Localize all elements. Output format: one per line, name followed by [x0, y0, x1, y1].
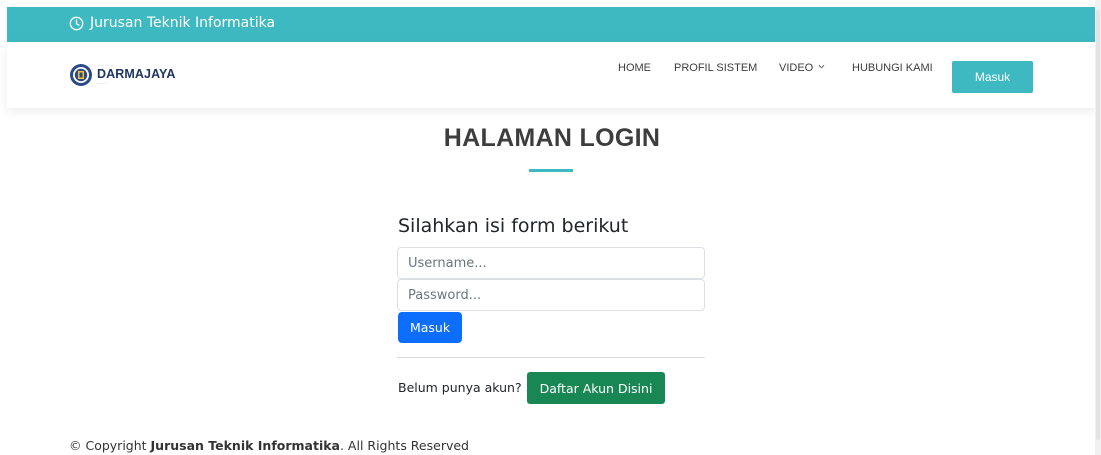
form-heading: Silahkan isi form berikut [398, 215, 629, 237]
nav-hubungi-kami[interactable]: HUBUNGI KAMI [852, 62, 933, 74]
page-title: HALAMAN LOGIN [443, 124, 661, 152]
top-info-bar: Jurusan Teknik Informatika [7, 7, 1097, 42]
password-placeholder: Password... [408, 287, 482, 303]
main-navbar: — — — — DARMAJAYA — — — HOME PROFIL SIST… [7, 42, 1097, 108]
clock-icon [69, 16, 84, 30]
nav-profil-sistem[interactable]: PROFIL SISTEM [674, 62, 757, 74]
username-input[interactable]: Username... [397, 247, 705, 279]
password-input[interactable]: Password... [397, 279, 705, 311]
register-prompt: Belum punya akun? [398, 380, 522, 395]
nav-video[interactable]: VIDEO [779, 62, 825, 74]
username-placeholder: Username... [408, 255, 487, 271]
darmajaya-seal-icon [70, 64, 92, 86]
footer-org: Jurusan Teknik Informatika [150, 438, 340, 453]
nav-video-label: VIDEO [779, 62, 814, 74]
vertical-scrollbar[interactable] [1095, 0, 1101, 455]
logo-brand: DARMAJAYA [97, 67, 176, 82]
footer-copyright: © Copyright Jurusan Teknik Informatika. … [69, 438, 469, 453]
footer-suffix: . All Rights Reserved [339, 438, 469, 453]
topbar-info: Jurusan Teknik Informatika [69, 15, 275, 31]
masuk-nav-button[interactable]: Masuk [952, 61, 1033, 93]
register-button[interactable]: Daftar Akun Disini [527, 372, 665, 404]
site-logo[interactable]: — — — — DARMAJAYA — — — [69, 63, 175, 87]
page: Jurusan Teknik Informatika — — — — DARMA… [7, 7, 1097, 455]
logo-wordmark: — — — — DARMAJAYA — — — [97, 63, 176, 85]
form-divider [397, 357, 705, 358]
scrollbar-thumb[interactable] [1096, 10, 1100, 440]
chevron-down-icon [818, 64, 825, 69]
title-underline [529, 169, 573, 172]
topbar-text: Jurusan Teknik Informatika [90, 15, 276, 31]
nav-home[interactable]: HOME [618, 62, 651, 74]
login-submit-button[interactable]: Masuk [398, 312, 462, 343]
footer-prefix: © Copyright [69, 438, 151, 453]
